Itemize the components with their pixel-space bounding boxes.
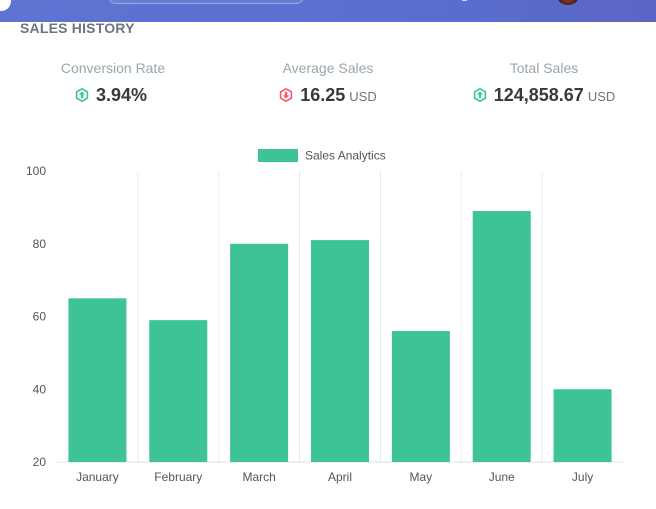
arrow-down-circle-icon	[280, 88, 293, 102]
bar	[68, 298, 127, 462]
top-navbar	[0, 0, 656, 22]
x-tick-label: May	[410, 470, 433, 484]
dropdown-caret-icon	[462, 0, 467, 1]
bar	[311, 240, 369, 462]
x-tick-label: July	[572, 470, 593, 484]
sales-analytics-chart: Sales Analytics 20 40 60 80 100 January Februar…	[26, 149, 623, 484]
bar	[149, 320, 208, 462]
bar	[553, 389, 612, 462]
x-tick-label: February	[154, 470, 202, 484]
stat-total-sales: Total Sales 124,858.67 USD	[444, 60, 644, 106]
stat-label: Conversion Rate	[60, 60, 166, 76]
user-avatar[interactable]	[558, 0, 578, 5]
x-tick-label: March	[242, 470, 275, 484]
bar	[230, 243, 289, 462]
y-tick-label: 100	[26, 164, 46, 178]
bar	[391, 331, 450, 462]
stat-label: Total Sales	[509, 60, 579, 76]
stat-value: 16.25	[300, 85, 346, 105]
stat-value: 3.94%	[95, 85, 148, 105]
section-title: SALES HISTORY	[20, 20, 135, 36]
menu-toggle-button[interactable]	[0, 0, 11, 11]
stat-unit: USD	[587, 89, 616, 104]
y-tick-label: 20	[33, 455, 47, 469]
stat-conversion-rate: Conversion Rate 3.94%	[13, 60, 213, 106]
x-tick-label: June	[489, 470, 515, 484]
stat-label: Average Sales	[282, 60, 374, 76]
stat-average-sales: Average Sales 16.25 USD	[228, 60, 428, 106]
search-input[interactable]	[108, 0, 304, 4]
arrow-up-circle-icon	[473, 88, 486, 102]
legend-swatch	[258, 149, 298, 162]
y-tick-label: 80	[33, 237, 47, 251]
y-tick-label: 60	[33, 310, 47, 324]
x-tick-label: April	[328, 470, 352, 484]
arrow-up-circle-icon	[75, 88, 89, 102]
stat-value: 124,858.67	[493, 85, 584, 105]
stat-unit: USD	[349, 89, 377, 104]
legend-label: Sales Analytics	[305, 149, 386, 163]
bar	[472, 211, 531, 462]
x-tick-label: January	[76, 470, 119, 484]
y-tick-label: 40	[33, 382, 47, 396]
